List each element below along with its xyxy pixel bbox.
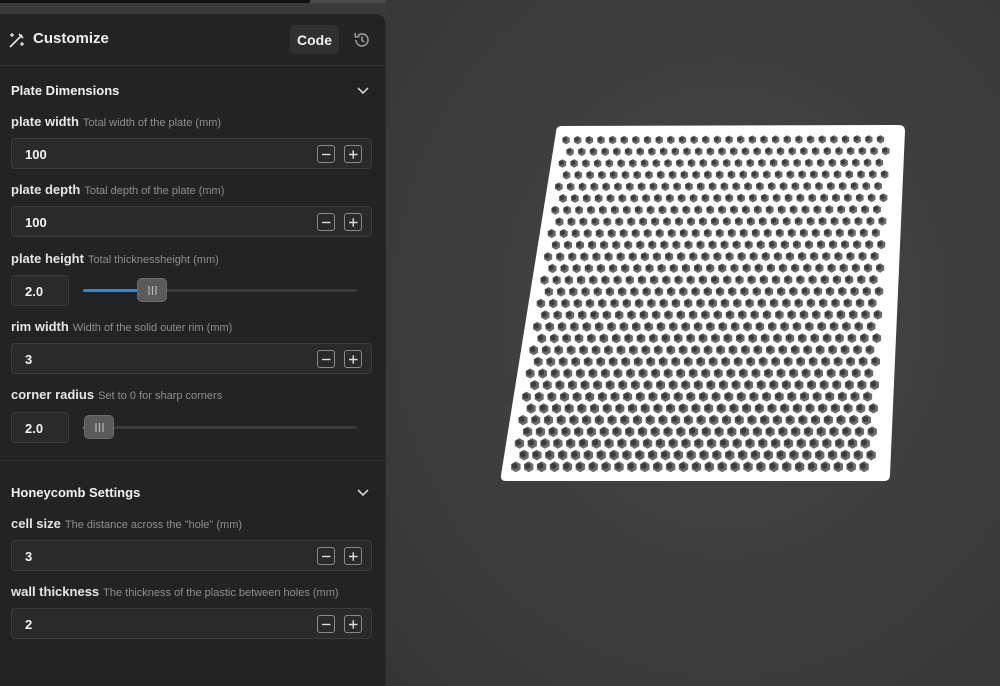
customizer-panel: Customize Code Plate Dimensions plate wi… (0, 14, 386, 686)
plate-depth-input[interactable]: 100 (11, 206, 372, 237)
field-value[interactable]: 2.0 (25, 284, 43, 299)
decrement-button[interactable] (317, 213, 335, 231)
section-divider (0, 460, 386, 461)
plate-height-input[interactable]: 2.0 (11, 275, 69, 306)
plus-icon (349, 355, 358, 364)
increment-button[interactable] (344, 145, 362, 163)
decrement-button[interactable] (317, 145, 335, 163)
plate-width-input[interactable]: 100 (11, 138, 372, 169)
param-label-corner-radius: corner radius Set to 0 for sharp corners (11, 387, 223, 402)
increment-button[interactable] (344, 547, 362, 565)
grip-icon (95, 423, 105, 432)
param-description: Total width of the plate (mm) (82, 117, 222, 129)
decrement-button[interactable] (317, 615, 335, 633)
wand-customize-icon (9, 33, 24, 48)
param-label-plate-width: plate width Total width of the plate (mm) (11, 114, 222, 129)
increment-button[interactable] (344, 213, 362, 231)
decrement-button[interactable] (317, 350, 335, 368)
section-title-honeycomb-settings[interactable]: Honeycomb Settings (11, 485, 140, 500)
panel-header: Customize Code (0, 14, 386, 66)
corner-radius-input[interactable]: 2.0 (11, 412, 69, 443)
corner-radius-slider[interactable] (83, 415, 357, 439)
increment-button[interactable] (344, 350, 362, 368)
wall-thickness-input[interactable]: 2 (11, 608, 372, 639)
minus-icon (322, 623, 331, 626)
field-value[interactable]: 2 (25, 617, 32, 632)
field-value[interactable]: 3 (25, 352, 32, 367)
section-title-plate-dimensions[interactable]: Plate Dimensions (11, 83, 119, 98)
slider-thumb[interactable] (136, 278, 167, 302)
param-description: Total thicknessheight (mm) (87, 254, 219, 266)
param-label-cell-size: cell size The distance across the "hole" … (11, 516, 243, 531)
param-description: The thickness of the plastic between hol… (103, 587, 339, 599)
panel-title: Customize (33, 30, 109, 47)
param-description: Total depth of the plate (mm) (84, 185, 225, 197)
chevron-down-icon[interactable] (356, 488, 370, 498)
plus-icon (349, 552, 358, 561)
param-label-wall-thickness: wall thickness The thickness of the plast… (11, 584, 339, 599)
plate-height-slider[interactable] (83, 278, 357, 302)
param-label-rim-width: rim width Width of the solid outer rim (m… (11, 319, 233, 334)
increment-button[interactable] (344, 615, 362, 633)
cell-size-input[interactable]: 3 (11, 540, 372, 571)
plus-icon (349, 620, 358, 629)
slider-thumb[interactable] (84, 415, 115, 439)
honeycomb-plate-model (500, 125, 905, 481)
minus-icon (322, 555, 331, 558)
param-description: Set to 0 for sharp corners (98, 390, 223, 402)
field-value[interactable]: 3 (25, 549, 32, 564)
plus-icon (349, 150, 358, 159)
minus-icon (322, 221, 331, 224)
minus-icon (322, 153, 331, 156)
field-value[interactable]: 2.0 (25, 421, 43, 436)
decrement-button[interactable] (317, 547, 335, 565)
3d-viewport[interactable] (386, 0, 1000, 686)
history-icon[interactable] (352, 30, 372, 50)
grip-icon (147, 286, 157, 295)
field-value[interactable]: 100 (25, 215, 47, 230)
chevron-down-icon[interactable] (356, 86, 370, 96)
param-label-plate-height: plate height Total thicknessheight (mm) (11, 251, 219, 266)
minus-icon (322, 358, 331, 361)
rim-width-input[interactable]: 3 (11, 343, 372, 374)
param-description: The distance across the "hole" (mm) (64, 519, 243, 531)
param-label-plate-depth: plate depth Total depth of the plate (mm) (11, 182, 225, 197)
plus-icon (349, 218, 358, 227)
param-description: Width of the solid outer rim (mm) (72, 322, 233, 334)
code-button[interactable]: Code (290, 25, 339, 54)
field-value[interactable]: 100 (25, 147, 47, 162)
